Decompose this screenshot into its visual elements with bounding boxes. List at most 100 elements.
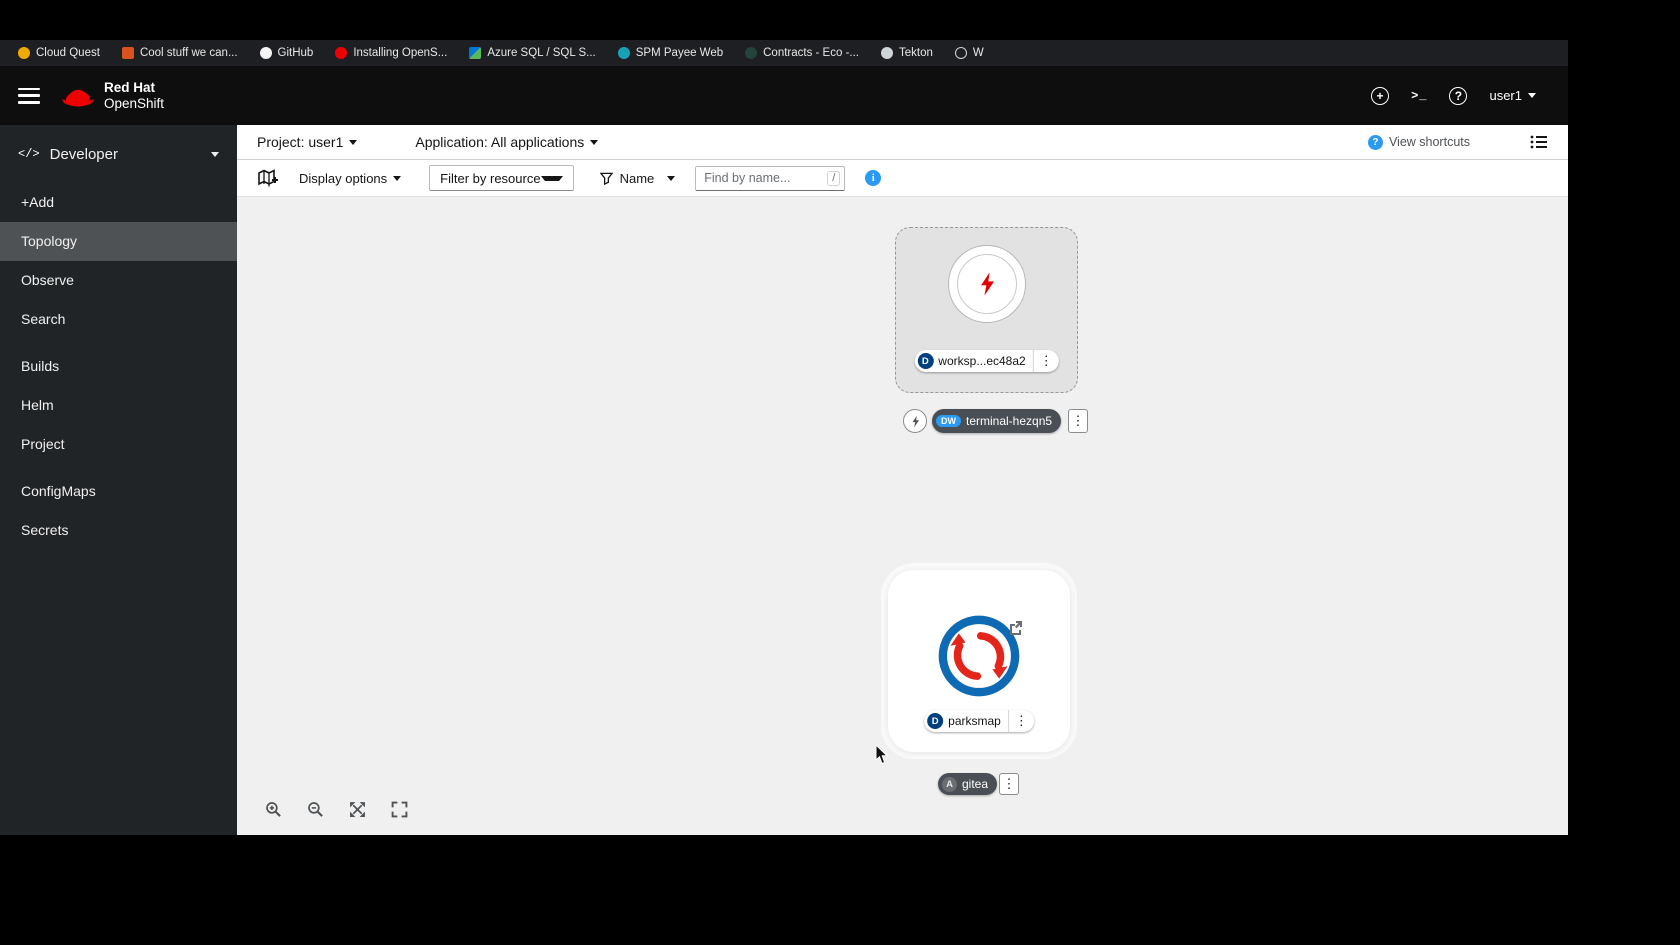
application-badge: A: [942, 776, 957, 792]
find-by-name-wrap: /: [695, 165, 846, 191]
bookmark-label: SPM Payee Web: [635, 47, 724, 59]
bookmark-label: W: [972, 47, 984, 59]
gitea-label-pill[interactable]: A gitea: [938, 773, 998, 795]
bookmark-label: Contracts - Eco -...: [763, 47, 859, 59]
sidebar-item-secrets[interactable]: Secrets: [0, 511, 237, 550]
kebab-menu-icon[interactable]: ⋮: [1032, 350, 1059, 372]
help-icon[interactable]: ?: [1449, 86, 1468, 105]
filter-by-resource-select[interactable]: Filter by resource: [429, 165, 574, 191]
topology-toolbar: Display options Filter by resource Name …: [237, 160, 1568, 197]
sidebar-item-search[interactable]: Search: [0, 300, 237, 339]
bookmark-label: Cloud Quest: [36, 47, 100, 59]
bookmark-label: Cool stuff we can...: [139, 47, 238, 59]
sidebar-item-add[interactable]: +Add: [0, 183, 237, 222]
application-selector[interactable]: Application: All applications: [415, 134, 599, 150]
parksmap-label: parksmap: [948, 714, 1001, 728]
display-options-dropdown[interactable]: Display options: [299, 171, 402, 186]
chevron-down-icon: [590, 139, 599, 145]
question-circle-icon: ?: [1367, 134, 1383, 150]
bookmark-label: Tekton: [898, 47, 933, 59]
bookmark-installing-openshift[interactable]: Installing OpenS...: [335, 47, 447, 59]
workspace-node-circle[interactable]: [947, 245, 1026, 323]
application-selector-label: Application: All applications: [415, 134, 585, 150]
sidebar-item-configmaps[interactable]: ConfigMaps: [0, 472, 237, 511]
redhat-fedora-icon: [62, 89, 94, 106]
bookmark-label: GitHub: [277, 47, 314, 59]
terminal-decorator-icon[interactable]: [903, 409, 927, 433]
feather-icon: [617, 47, 630, 59]
deployment-badge: D: [917, 353, 934, 369]
main-content: Project: user1 Application: All applicat…: [237, 125, 1568, 835]
zoom-in-button[interactable]: [259, 796, 287, 822]
openshift-icon: [335, 47, 348, 59]
deployment-badge: D: [927, 713, 944, 729]
terminal-label-pill[interactable]: DW terminal-hezqn5: [932, 409, 1062, 433]
bookmark-contracts[interactable]: Contracts - Eco -...: [745, 47, 859, 59]
perspective-label: Developer: [49, 145, 118, 163]
gitea-label: gitea: [962, 777, 989, 791]
name-filter-dropdown[interactable]: Name: [599, 170, 676, 186]
web-terminal-icon[interactable]: >_: [1411, 89, 1427, 103]
bookmark-w[interactable]: W: [954, 47, 984, 59]
workspace-label: worksp...ec48a2: [938, 354, 1026, 368]
project-selector[interactable]: Project: user1: [257, 134, 358, 150]
open-url-external-link-icon[interactable]: [1008, 620, 1023, 640]
view-shortcuts-label: View shortcuts: [1388, 135, 1470, 149]
bookmark-cloud-quest[interactable]: Cloud Quest: [18, 47, 100, 59]
topology-canvas[interactable]: D worksp...ec48a2 ⋮ DW terminal-hezqn5 ⋮…: [237, 197, 1568, 834]
sidebar-item-observe[interactable]: Observe: [0, 261, 237, 300]
tekton-icon: [880, 47, 893, 59]
workspace-label-pill[interactable]: D worksp...ec48a2 ⋮: [914, 350, 1059, 372]
name-filter-label: Name: [619, 170, 655, 186]
filter-by-resource-label: Filter by resource: [440, 170, 541, 186]
zoom-out-button[interactable]: [301, 796, 329, 822]
context-bar: Project: user1 Application: All applicat…: [237, 125, 1568, 160]
parksmap-label-pill[interactable]: D parksmap ⋮: [924, 710, 1034, 732]
info-icon[interactable]: i: [865, 170, 882, 186]
bookmark-spm-payee[interactable]: SPM Payee Web: [617, 47, 724, 59]
add-circle-icon[interactable]: +: [1371, 86, 1390, 105]
sidebar-nav: </> Developer +Add Topology Observe Sear…: [0, 125, 237, 835]
sidebar-item-topology[interactable]: Topology: [0, 222, 237, 261]
contracts-icon: [745, 47, 758, 59]
bookmark-github[interactable]: GitHub: [259, 47, 314, 59]
sidebar-item-project[interactable]: Project: [0, 425, 237, 464]
bookmark-cool-stuff[interactable]: Cool stuff we can...: [121, 47, 238, 59]
perspective-switcher[interactable]: </> Developer: [0, 125, 237, 183]
parksmap-node[interactable]: D parksmap ⋮: [888, 570, 1070, 752]
chevron-down-icon: [393, 175, 402, 181]
bookmark-tekton[interactable]: Tekton: [880, 47, 933, 59]
doc-icon: [121, 47, 134, 59]
username: user1: [1489, 88, 1522, 103]
fit-to-screen-button[interactable]: [343, 796, 371, 822]
chevron-down-icon: [349, 139, 358, 145]
browser-bookmarks-bar: Cloud Quest Cool stuff we can... GitHub …: [0, 40, 1568, 66]
kebab-menu-icon[interactable]: ⋮: [999, 773, 1020, 795]
kebab-menu-icon[interactable]: ⋮: [1068, 409, 1089, 433]
lightning-bolt-icon: [912, 415, 919, 427]
workspace-node[interactable]: D worksp...ec48a2 ⋮: [895, 227, 1078, 393]
bookmark-label: Azure SQL / SQL S...: [487, 47, 596, 59]
openshift-logo: Red Hat OpenShift: [60, 80, 164, 111]
quick-search-map-icon[interactable]: [257, 169, 279, 187]
project-selector-label: Project: user1: [257, 134, 344, 150]
globe-icon: [954, 47, 967, 59]
view-shortcuts-link[interactable]: ? View shortcuts: [1367, 134, 1470, 150]
chevron-down-icon: [540, 175, 563, 181]
list-view-toggle-icon[interactable]: [1530, 134, 1548, 150]
nav-toggle-hamburger-icon[interactable]: [18, 87, 40, 104]
fullscreen-button[interactable]: [385, 796, 413, 822]
screen: Cloud Quest Cool stuff we can... GitHub …: [0, 0, 1680, 945]
user-menu[interactable]: user1: [1489, 88, 1536, 103]
terminal-workload-row: DW terminal-hezqn5 ⋮: [903, 409, 1089, 433]
azure-icon: [469, 47, 482, 59]
kebab-menu-icon[interactable]: ⋮: [1007, 710, 1034, 732]
gitea-workload-row: A gitea ⋮: [938, 773, 1020, 795]
workspace-ring: [956, 254, 1017, 314]
find-by-name-input[interactable]: [695, 165, 846, 191]
brand-openshift: OpenShift: [104, 95, 165, 111]
sidebar-item-helm[interactable]: Helm: [0, 386, 237, 425]
brand-redhat: Red Hat: [104, 79, 156, 95]
bookmark-azure-sql[interactable]: Azure SQL / SQL S...: [469, 47, 596, 59]
sidebar-item-builds[interactable]: Builds: [0, 347, 237, 386]
